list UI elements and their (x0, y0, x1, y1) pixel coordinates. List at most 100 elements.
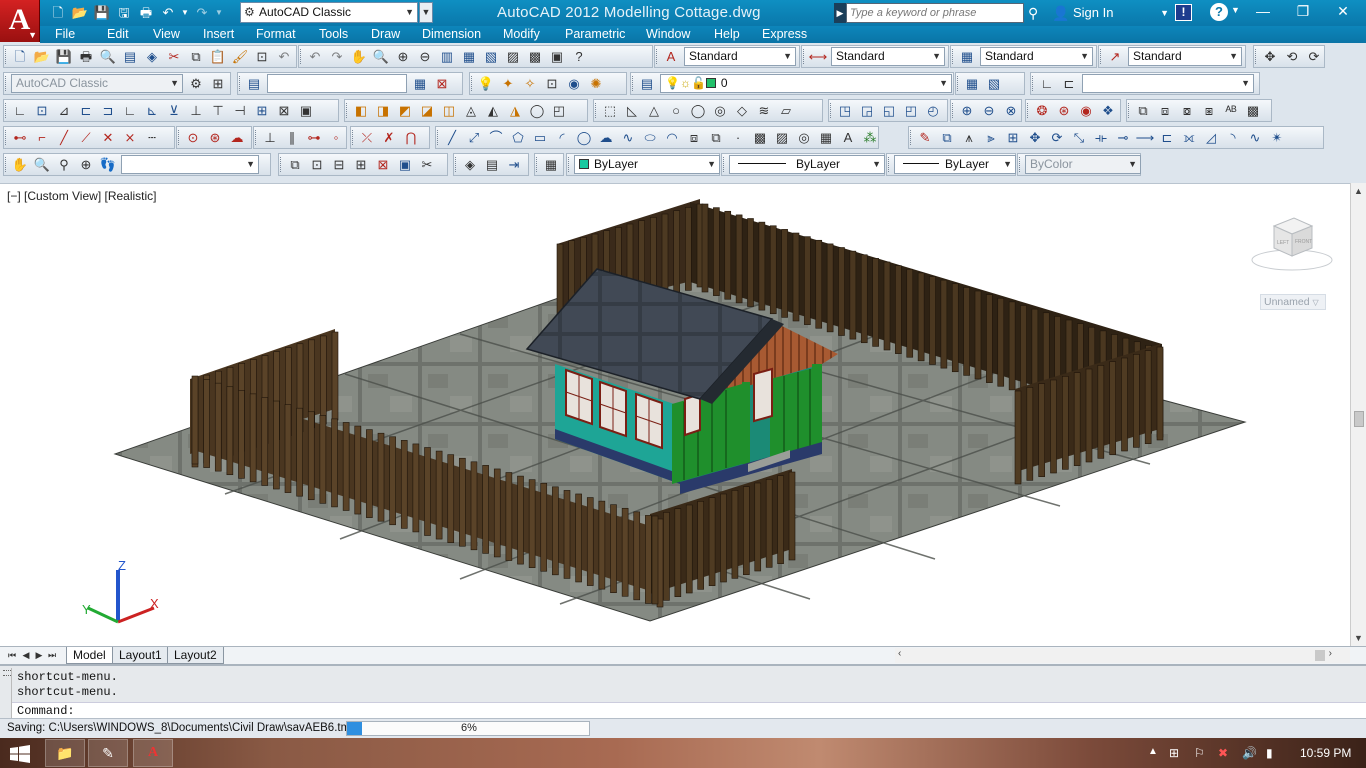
polyline-icon[interactable]: ✕ (97, 127, 119, 148)
horizontal-scrollbar[interactable]: ‹ › (895, 648, 1350, 663)
menu-help[interactable]: Help (714, 26, 762, 43)
new-icon[interactable]: 🗋 (48, 3, 68, 23)
ucs-view-icon[interactable]: ⊐ (97, 100, 119, 121)
next-tab-icon[interactable]: ▶ (33, 648, 45, 662)
named-ucs-icon[interactable]: ⊏ (1058, 73, 1080, 94)
redo-dropdown-icon[interactable]: ▼ (214, 3, 224, 23)
xref-icon[interactable]: ⧉ (284, 154, 306, 175)
drawing-viewport[interactable]: [−] [Custom View] [Realistic] LEFT FRONT… (0, 183, 1350, 646)
publish-icon[interactable]: ▤ (119, 46, 141, 67)
box-icon[interactable]: ⬚ (599, 100, 621, 121)
helix-icon[interactable]: ≋ (753, 100, 775, 121)
binoculars-icon[interactable]: ⚲ (1028, 3, 1046, 23)
revolve-icon[interactable]: ◫ (438, 100, 460, 121)
exchange-icon[interactable]: ! (1175, 4, 1192, 21)
cylinder-icon[interactable]: ◯ (687, 100, 709, 121)
node-icon[interactable]: ◦ (325, 127, 347, 148)
mtext-icon[interactable]: A (837, 127, 859, 148)
union-icon[interactable]: ⊕ (956, 100, 978, 121)
left-view-icon[interactable]: ◱ (878, 100, 900, 121)
blend-icon[interactable]: ∿ (1244, 127, 1266, 148)
insert-snap-icon[interactable]: ⊶ (303, 127, 325, 148)
distant-light-icon[interactable]: ✧ (519, 73, 541, 94)
magnet-icon[interactable]: ⋂ (400, 127, 422, 148)
pan-icon[interactable]: ✋ (9, 154, 31, 175)
text-to-front-icon[interactable]: ᴬᴮ (1220, 100, 1242, 121)
walk-icon[interactable]: 👣 (97, 154, 119, 175)
array-icon[interactable]: ⊞ (1002, 127, 1024, 148)
extrude-icon[interactable]: ◨ (372, 100, 394, 121)
free-orbit-icon[interactable]: ⟲ (1281, 46, 1303, 67)
zoom-realtime-icon[interactable]: 🔍 (370, 46, 392, 67)
attach-pdf-icon[interactable]: ⊠ (372, 154, 394, 175)
layer-filter-combo[interactable] (267, 74, 407, 93)
ellipse-icon[interactable]: ⬭ (639, 127, 661, 148)
paste-icon[interactable]: 📋 (207, 46, 229, 67)
dashed-line-icon[interactable]: ┄ (141, 127, 163, 148)
fillet-icon[interactable]: ◝ (1222, 127, 1244, 148)
polysolid-icon[interactable]: ◧ (350, 100, 372, 121)
make-block-icon[interactable]: ⧉ (705, 127, 727, 148)
no-snap-icon[interactable]: ⤫ (356, 127, 378, 148)
arc-icon[interactable]: ◜ (551, 127, 573, 148)
named-ucs-icon[interactable]: ⊠ (273, 100, 295, 121)
markup-icon[interactable]: ▩ (524, 46, 546, 67)
user-icon[interactable]: 👤 (1052, 3, 1070, 23)
realistic-icon[interactable]: ◉ (1075, 100, 1097, 121)
viewport-controls-label[interactable]: [−] [Custom View] [Realistic] (7, 189, 157, 203)
dim-style-icon[interactable]: ⟷ (807, 46, 829, 67)
workspace-toolbar-combo[interactable]: AutoCAD Classic ▼ (11, 74, 183, 93)
erase-icon[interactable]: ✎ (914, 127, 936, 148)
snap-clear-icon[interactable]: ✗ (378, 127, 400, 148)
open-icon[interactable]: 📂 (70, 3, 90, 23)
infocenter-expand-icon[interactable]: ▶ (834, 3, 846, 23)
command-window-grip[interactable] (2, 668, 12, 718)
layer-states-icon[interactable]: ▤ (243, 73, 265, 94)
line-icon[interactable]: ╱ (441, 127, 463, 148)
chevron-down-icon[interactable]: ▼ (1351, 630, 1366, 646)
wedge-icon[interactable]: ◺ (621, 100, 643, 121)
send-to-back-icon[interactable]: ⧈ (1154, 100, 1176, 121)
interfere-icon[interactable]: ◯ (526, 100, 548, 121)
save-icon[interactable]: 💾 (92, 3, 112, 23)
menu-tools[interactable]: Tools (319, 26, 371, 43)
dim-style-combo[interactable]: Standard ▼ (831, 47, 945, 66)
iso-view-icon[interactable]: ◴ (922, 100, 944, 121)
mirror-icon[interactable]: ⩚ (958, 127, 980, 148)
materials-icon[interactable]: ◈ (459, 154, 481, 175)
restore-button[interactable]: ❐ (1288, 0, 1318, 24)
attach-dgn-icon[interactable]: ⊞ (350, 154, 372, 175)
add-selected-icon[interactable]: ⁂ (859, 127, 881, 148)
polygon-icon[interactable]: ⨯ (119, 127, 141, 148)
chamfer-icon[interactable]: ◿ (1200, 127, 1222, 148)
send-under-icon[interactable]: ⧆ (1198, 100, 1220, 121)
named-view-combo[interactable]: Unnamed ▽ (1260, 294, 1326, 310)
menu-window[interactable]: Window (646, 26, 714, 43)
polygon-icon[interactable]: ⬠ (507, 127, 529, 148)
ucs-icon[interactable]: ∟ (1036, 73, 1058, 94)
xline-icon[interactable]: ⤢ (463, 127, 485, 148)
chevron-up-icon[interactable]: ▲ (1351, 183, 1366, 199)
linetype-combo[interactable]: ByLayer ▼ (729, 155, 885, 174)
save-as-icon[interactable]: 🖫 (114, 3, 134, 23)
center-mark-icon[interactable]: ⊛ (204, 127, 226, 148)
cone-icon[interactable]: △ (643, 100, 665, 121)
workspace-combo[interactable]: ⚙ AutoCAD Classic ▼ (240, 2, 418, 23)
zoom-icon[interactable]: 🔍 (31, 154, 53, 175)
redo-icon[interactable]: ↷ (192, 3, 212, 23)
save-icon[interactable]: 💾 (53, 46, 75, 67)
text-style-icon[interactable]: A (660, 46, 682, 67)
parallel-icon[interactable]: ∥ (281, 127, 303, 148)
customize-qat-button[interactable]: ▼ (419, 2, 433, 23)
slice-icon[interactable]: ◭ (482, 100, 504, 121)
circle-icon[interactable]: ⊙ (182, 127, 204, 148)
conceptual-icon[interactable]: ❖ (1097, 100, 1119, 121)
scroll-thumb[interactable] (1315, 650, 1325, 661)
layer-walk-icon[interactable]: ▦ (540, 154, 562, 175)
ucs-previous-icon[interactable]: ⊡ (31, 100, 53, 121)
rectangle-icon[interactable]: ▭ (529, 127, 551, 148)
polyline-icon[interactable]: ⌒ (485, 127, 507, 148)
planar-surface-icon[interactable]: ▱ (775, 100, 797, 121)
rotate-icon[interactable]: ⟳ (1046, 127, 1068, 148)
properties-icon[interactable]: ▥ (436, 46, 458, 67)
